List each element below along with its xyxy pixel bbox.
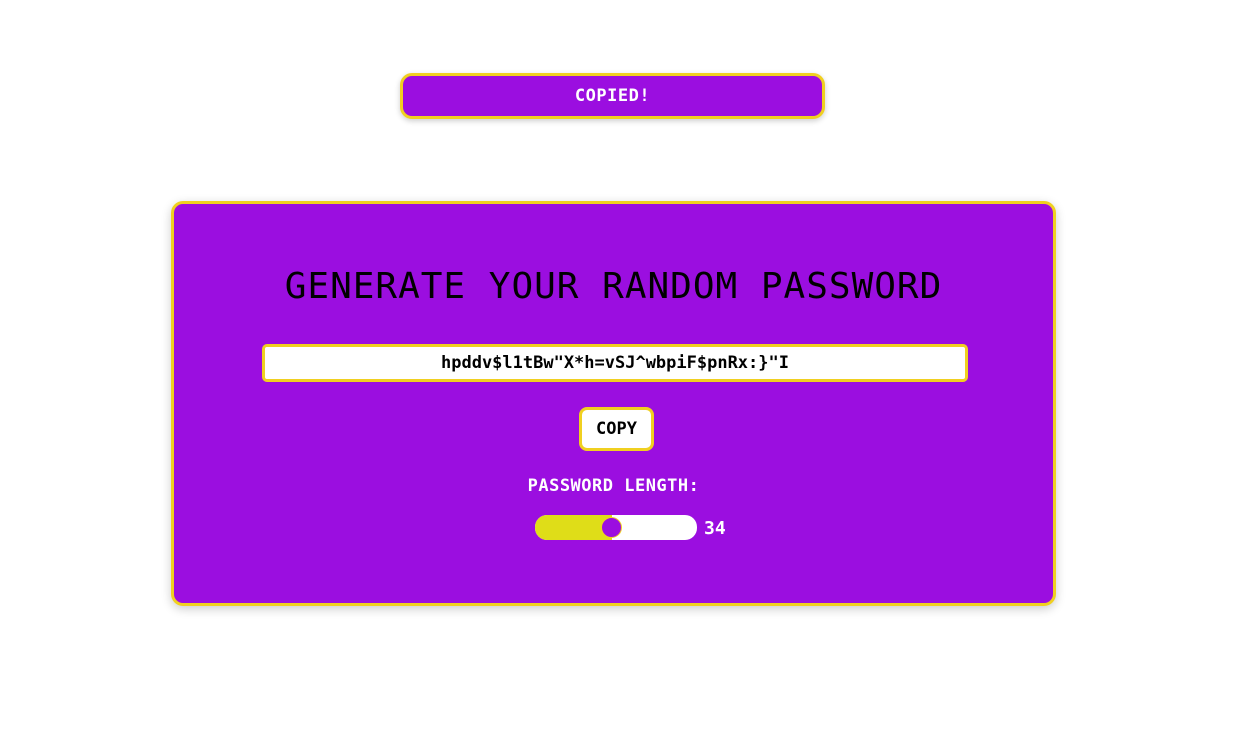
password-length-label: PASSWORD LENGTH:	[527, 476, 700, 496]
page-title: GENERATE YOUR RANDOM PASSWORD	[284, 266, 943, 307]
slider-fill	[535, 515, 612, 540]
password-generator-card: GENERATE YOUR RANDOM PASSWORD hpddv$l1tB…	[171, 201, 1056, 606]
copied-toast: COPIED!	[400, 73, 825, 119]
toast-text: COPIED!	[574, 86, 651, 106]
password-output[interactable]: hpddv$l1tBw"X*h=vSJ^wbpiF$pnRx:}"I	[262, 344, 968, 382]
copy-button[interactable]: COPY	[579, 407, 654, 451]
slider-thumb[interactable]	[601, 517, 623, 538]
password-length-value: 34	[704, 518, 726, 539]
password-text: hpddv$l1tBw"X*h=vSJ^wbpiF$pnRx:}"I	[441, 353, 789, 373]
password-length-slider[interactable]	[535, 515, 697, 540]
